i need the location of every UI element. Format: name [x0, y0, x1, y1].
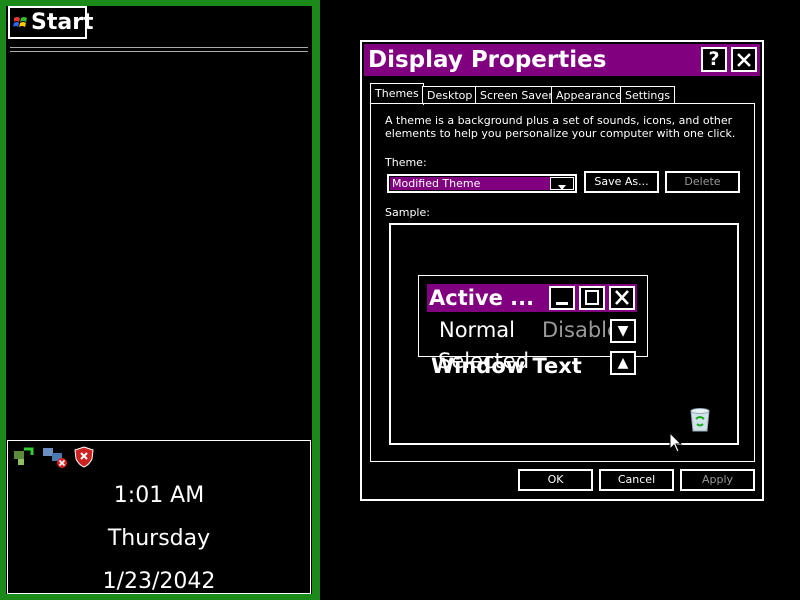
sample-label: Sample: — [385, 206, 430, 219]
maximize-icon — [579, 286, 605, 310]
theme-description: A theme is a background plus a set of so… — [385, 114, 736, 140]
dialog-title: Display Properties — [368, 47, 607, 73]
sample-disabled-text: Disable — [542, 318, 620, 342]
close-icon — [737, 53, 751, 67]
theme-select[interactable]: Modified Theme — [387, 174, 577, 193]
tab-settings[interactable]: Settings — [620, 86, 676, 104]
system-tray: 1:01 AM Thursday 1/23/2042 — [7, 440, 311, 594]
mouse-cursor-icon — [669, 431, 683, 454]
tab-themes[interactable]: Themes — [370, 83, 424, 105]
theme-select-value: Modified Theme — [390, 177, 550, 190]
apply-button[interactable]: Apply — [680, 469, 755, 491]
sample-window: Active ... Normal Disable ▼ — [418, 275, 648, 357]
title-bar[interactable]: Display Properties ? — [364, 44, 760, 76]
tab-desktop[interactable]: Desktop — [422, 86, 478, 104]
clock-date[interactable]: 1/23/2042 — [8, 569, 310, 594]
theme-sample-preview: Active ... Normal Disable ▼ Selected Win… — [389, 223, 739, 453]
tab-appearance[interactable]: Appearance — [551, 86, 628, 104]
network-disconnected-icon[interactable] — [42, 445, 67, 469]
taskbar-panel: Start 1:01 AM Thursday 1/23/2042 — [6, 6, 312, 594]
ok-button[interactable]: OK — [518, 469, 593, 491]
divider — [10, 51, 308, 52]
save-as-button[interactable]: Save As... — [584, 171, 659, 193]
taskbar: Start 1:01 AM Thursday 1/23/2042 — [0, 0, 320, 600]
network-icon[interactable] — [12, 445, 36, 469]
start-button[interactable]: Start — [8, 6, 94, 39]
themes-tab-panel: A theme is a background plus a set of so… — [370, 103, 755, 462]
delete-button[interactable]: Delete — [665, 171, 740, 193]
tab-screen-saver[interactable]: Screen Saver — [475, 86, 558, 104]
minimize-icon — [549, 286, 575, 310]
security-alert-icon[interactable] — [72, 445, 96, 469]
clock-time[interactable]: 1:01 AM — [8, 483, 310, 508]
chevron-down-icon[interactable] — [550, 177, 574, 190]
clock-day[interactable]: Thursday — [8, 526, 310, 551]
windows-logo-icon — [13, 15, 29, 31]
help-button[interactable]: ? — [701, 47, 727, 72]
theme-label: Theme: — [385, 156, 427, 169]
divider — [10, 47, 308, 48]
sample-normal-text: Normal — [439, 318, 515, 342]
sample-active-title: Active ... — [429, 286, 535, 310]
scroll-down-icon: ▼ — [610, 319, 636, 343]
cancel-button[interactable]: Cancel — [599, 469, 674, 491]
start-label: Start — [31, 9, 94, 35]
scroll-up-icon: ▲ — [610, 351, 636, 375]
sample-title-bar: Active ... — [427, 284, 637, 312]
close-icon — [609, 286, 635, 310]
close-button[interactable] — [731, 47, 757, 72]
recycle-bin-icon — [687, 405, 713, 433]
sample-window-text: Window Text — [431, 354, 582, 378]
display-properties-dialog: Display Properties ? Themes Desktop Scre… — [360, 40, 764, 501]
